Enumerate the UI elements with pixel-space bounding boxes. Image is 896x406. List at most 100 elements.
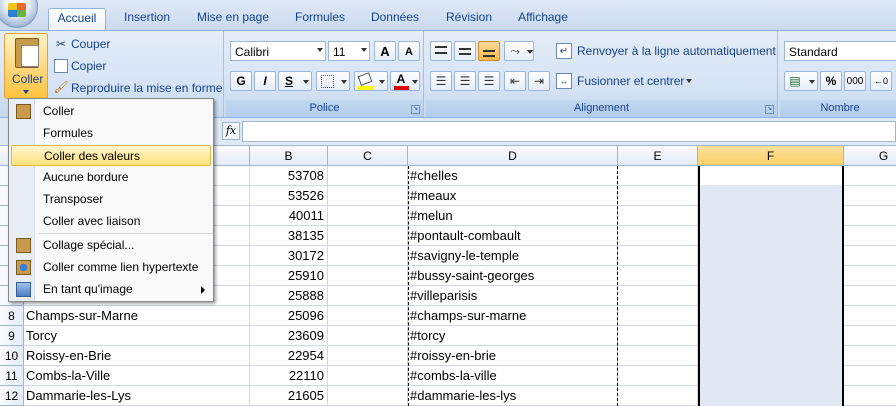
cell-b[interactable]: 38135: [250, 226, 328, 246]
office-button[interactable]: [0, 0, 38, 28]
cell-g[interactable]: [844, 206, 896, 226]
orientation-button[interactable]: ⤳: [504, 41, 534, 61]
menu-item-coller-avec-liaison[interactable]: Coller avec liaison: [11, 211, 211, 232]
cell-g[interactable]: [844, 386, 896, 406]
shrink-font-button[interactable]: A: [398, 41, 420, 61]
underline-button[interactable]: S: [278, 71, 312, 91]
format-painter-button[interactable]: Reproduire la mise en forme: [71, 81, 222, 95]
cell-c[interactable]: [328, 326, 408, 346]
copy-button[interactable]: Copier: [71, 59, 106, 73]
cell-g[interactable]: [844, 346, 896, 366]
active-cell-f[interactable]: [700, 166, 842, 185]
cell-c[interactable]: [328, 306, 408, 326]
borders-button[interactable]: [316, 71, 350, 91]
cell-a[interactable]: Combs-la-Ville: [24, 366, 250, 386]
cell-c[interactable]: [328, 246, 408, 266]
cell-e[interactable]: [618, 266, 698, 286]
menu-item-coller-des-valeurs[interactable]: Coller des valeurs: [11, 145, 211, 166]
menu-item-transposer[interactable]: Transposer: [11, 189, 211, 210]
italic-button[interactable]: I: [254, 71, 276, 91]
cell-e[interactable]: [618, 166, 698, 186]
align-center-button[interactable]: ☰: [454, 71, 476, 91]
cell-b[interactable]: 53708: [250, 166, 328, 186]
paste-button[interactable]: Coller: [4, 33, 48, 99]
cell-e[interactable]: [618, 386, 698, 406]
cell-e[interactable]: [618, 346, 698, 366]
row-header[interactable]: 12: [0, 386, 24, 406]
cell-b[interactable]: 40011: [250, 206, 328, 226]
column-header-e[interactable]: E: [618, 146, 698, 166]
column-header-c[interactable]: C: [328, 146, 408, 166]
increase-decimal-button[interactable]: ←0: [870, 71, 892, 91]
row-header[interactable]: 11: [0, 366, 24, 386]
cell-g[interactable]: [844, 266, 896, 286]
chevron-down-icon[interactable]: [686, 79, 692, 83]
fill-color-button[interactable]: [354, 71, 388, 91]
cell-b[interactable]: 30172: [250, 246, 328, 266]
cell-g[interactable]: [844, 326, 896, 346]
formula-input[interactable]: [242, 121, 896, 142]
thousands-button[interactable]: 000: [844, 71, 866, 91]
cell-c[interactable]: [328, 166, 408, 186]
row-header[interactable]: 9: [0, 326, 24, 346]
cell-g[interactable]: [844, 306, 896, 326]
column-header-d[interactable]: D: [408, 146, 618, 166]
cell-e[interactable]: [618, 186, 698, 206]
cell-b[interactable]: 25910: [250, 266, 328, 286]
cell-b[interactable]: 22110: [250, 366, 328, 386]
wrap-text-button[interactable]: Renvoyer à la ligne automatiquement: [577, 44, 776, 58]
cell-a[interactable]: Champs-sur-Marne: [24, 306, 250, 326]
cell-g[interactable]: [844, 166, 896, 186]
row-header[interactable]: 8: [0, 306, 24, 326]
insert-function-button[interactable]: fx: [222, 122, 240, 140]
row-header[interactable]: 10: [0, 346, 24, 366]
cell-c[interactable]: [328, 286, 408, 306]
cell-a[interactable]: Dammarie-les-Lys: [24, 386, 250, 406]
cell-e[interactable]: [618, 286, 698, 306]
cell-b[interactable]: 25096: [250, 306, 328, 326]
align-bottom-button[interactable]: [478, 41, 500, 61]
tab-revision[interactable]: Révision: [438, 8, 500, 30]
align-right-button[interactable]: ☰: [478, 71, 500, 91]
cell-g[interactable]: [844, 186, 896, 206]
bold-button[interactable]: G: [230, 71, 252, 91]
cell-g[interactable]: [844, 286, 896, 306]
cell-a[interactable]: Torcy: [24, 326, 250, 346]
column-header-b[interactable]: B: [250, 146, 328, 166]
cell-b[interactable]: 22954: [250, 346, 328, 366]
cell-e[interactable]: [618, 326, 698, 346]
percent-button[interactable]: %: [820, 71, 842, 91]
cell-a[interactable]: Roissy-en-Brie: [24, 346, 250, 366]
grow-font-button[interactable]: A: [374, 41, 396, 61]
tab-mise-en-page[interactable]: Mise en page: [190, 8, 276, 30]
cell-g[interactable]: [844, 246, 896, 266]
column-header-f[interactable]: F: [698, 146, 844, 166]
cell-e[interactable]: [618, 306, 698, 326]
cell-c[interactable]: [328, 206, 408, 226]
tab-insertion[interactable]: Insertion: [114, 8, 180, 30]
decrease-indent-button[interactable]: ⇤: [504, 71, 526, 91]
cut-button[interactable]: Couper: [71, 37, 110, 51]
increase-indent-button[interactable]: ⇥: [528, 71, 550, 91]
font-dialog-launcher-icon[interactable]: ↘: [411, 105, 420, 114]
menu-item-aucune-bordure[interactable]: Aucune bordure: [11, 167, 211, 188]
menu-item-en-tant-qu-image[interactable]: En tant qu'image: [11, 279, 211, 300]
menu-item-coller[interactable]: Coller: [11, 101, 211, 122]
tab-accueil[interactable]: Accueil: [48, 8, 106, 30]
cell-c[interactable]: [328, 266, 408, 286]
cell-c[interactable]: [328, 186, 408, 206]
cell-b[interactable]: 25888: [250, 286, 328, 306]
font-name-select[interactable]: Calibri: [230, 41, 326, 61]
tab-affichage[interactable]: Affichage: [510, 8, 576, 30]
tab-donnees[interactable]: Données: [362, 8, 428, 30]
cell-g[interactable]: [844, 226, 896, 246]
font-color-button[interactable]: A: [390, 71, 420, 91]
tab-formules[interactable]: Formules: [288, 8, 352, 30]
align-top-button[interactable]: [430, 41, 452, 61]
menu-item-lien-hypertexte[interactable]: Coller comme lien hypertexte: [11, 257, 211, 278]
font-size-select[interactable]: 11: [328, 41, 370, 61]
merge-center-button[interactable]: Fusionner et centrer: [577, 74, 684, 88]
currency-button[interactable]: ▤: [784, 71, 818, 91]
cell-e[interactable]: [618, 366, 698, 386]
align-left-button[interactable]: ☰: [430, 71, 452, 91]
